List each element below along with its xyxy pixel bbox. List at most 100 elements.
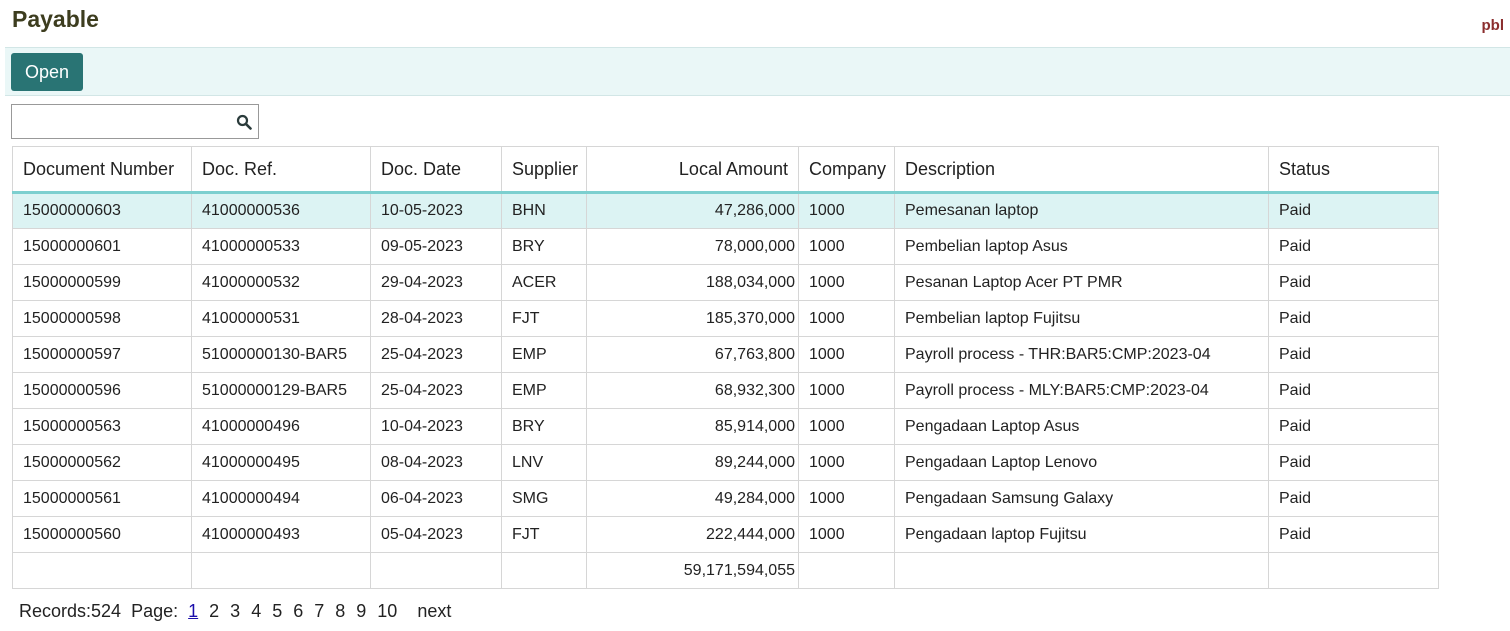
table-cell: 15000000599: [12, 264, 192, 301]
table-cell: 41000000531: [191, 300, 371, 337]
table-row[interactable]: 15000000561 41000000494 06-04-2023 SMG 49,28…: [12, 480, 1439, 517]
table-row[interactable]: 15000000562 41000000495 08-04-2023 LNV 89,24…: [12, 444, 1439, 481]
column-header-description[interactable]: Description: [894, 146, 1269, 194]
page-link-8[interactable]: 8: [335, 601, 345, 622]
app-code: pbl: [1481, 17, 1505, 34]
toolbar: Open: [5, 47, 1510, 96]
column-header-local-amount[interactable]: Local Amount: [586, 146, 799, 194]
table-cell: Pemesanan laptop: [894, 192, 1269, 229]
table-cell: 1000: [798, 408, 895, 445]
search-icon[interactable]: [236, 114, 252, 130]
table-cell: 15000000603: [12, 192, 192, 229]
table-cell: SMG: [501, 480, 587, 517]
total-empty-cell: [12, 552, 192, 589]
table-cell: 10-04-2023: [370, 408, 502, 445]
table-cell: 15000000598: [12, 300, 192, 337]
table-cell: 41000000493: [191, 516, 371, 553]
table-cell: Pesanan Laptop Acer PT PMR: [894, 264, 1269, 301]
table-total-row: 59,171,594,055: [12, 552, 1439, 589]
page-link-5[interactable]: 5: [272, 601, 282, 622]
open-button[interactable]: Open: [11, 53, 83, 91]
table-row[interactable]: 15000000603 41000000536 10-05-2023 BHN 47,28…: [12, 192, 1439, 229]
search-input[interactable]: [16, 108, 230, 137]
table-cell: 15000000563: [12, 408, 192, 445]
table-cell: 41000000494: [191, 480, 371, 517]
table-cell: 15000000596: [12, 372, 192, 409]
table-cell: Pengadaan laptop Fujitsu: [894, 516, 1269, 553]
table-cell: 1000: [798, 300, 895, 337]
table-cell: 41000000496: [191, 408, 371, 445]
table-cell: BRY: [501, 408, 587, 445]
table-cell: FJT: [501, 300, 587, 337]
page-title: Payable: [12, 6, 99, 32]
table-cell: 15000000562: [12, 444, 192, 481]
column-header-doc-ref[interactable]: Doc. Ref.: [191, 146, 371, 194]
table-cell: 89,244,000: [586, 444, 799, 481]
page-link-10[interactable]: 10: [377, 601, 397, 622]
table-cell: FJT: [501, 516, 587, 553]
table-cell: Pengadaan Samsung Galaxy: [894, 480, 1269, 517]
table-cell: 85,914,000: [586, 408, 799, 445]
table-cell: 15000000601: [12, 228, 192, 265]
table-cell: Pembelian laptop Fujitsu: [894, 300, 1269, 337]
next-page-link[interactable]: next: [417, 601, 451, 621]
table-cell: Paid: [1268, 264, 1439, 301]
page-link-3[interactable]: 3: [230, 601, 240, 622]
table-row[interactable]: 15000000601 41000000533 09-05-2023 BRY 78,00…: [12, 228, 1439, 265]
column-header-company[interactable]: Company: [798, 146, 895, 194]
total-empty-cell: [370, 552, 502, 589]
table-cell: ACER: [501, 264, 587, 301]
table-cell: 68,932,300: [586, 372, 799, 409]
table-cell: EMP: [501, 336, 587, 373]
pager: Records:524 Page: 1 2 3 4 5 6 7 8 9 10 next: [19, 601, 451, 622]
page-link-2[interactable]: 2: [209, 601, 219, 622]
table-cell: 1000: [798, 264, 895, 301]
table-cell: 78,000,000: [586, 228, 799, 265]
table-cell: 1000: [798, 228, 895, 265]
table-cell: 25-04-2023: [370, 336, 502, 373]
table-cell: Payroll process - MLY:BAR5:CMP:2023-04: [894, 372, 1269, 409]
column-header-doc-date[interactable]: Doc. Date: [370, 146, 502, 194]
total-amount: 59,171,594,055: [586, 552, 799, 589]
table-cell: 06-04-2023: [370, 480, 502, 517]
table-cell: Pembelian laptop Asus: [894, 228, 1269, 265]
column-header-supplier[interactable]: Supplier: [501, 146, 587, 194]
table-cell: 28-04-2023: [370, 300, 502, 337]
table-cell: Paid: [1268, 480, 1439, 517]
table-cell: 15000000597: [12, 336, 192, 373]
table-cell: 15000000561: [12, 480, 192, 517]
page-link-1[interactable]: 1: [188, 601, 198, 622]
table-cell: 15000000560: [12, 516, 192, 553]
table-row[interactable]: 15000000596 51000000129-BAR5 25-04-2023 EMP…: [12, 372, 1439, 409]
table-cell: 25-04-2023: [370, 372, 502, 409]
table-cell: 1000: [798, 192, 895, 229]
table-cell: 05-04-2023: [370, 516, 502, 553]
table-cell: 41000000495: [191, 444, 371, 481]
table-cell: BRY: [501, 228, 587, 265]
table-cell: 08-04-2023: [370, 444, 502, 481]
column-header-document-number[interactable]: Document Number: [12, 146, 192, 194]
page-link-6[interactable]: 6: [293, 601, 303, 622]
total-empty-cell: [191, 552, 371, 589]
page-link-9[interactable]: 9: [356, 601, 366, 622]
table-cell: Paid: [1268, 192, 1439, 229]
table-cell: Payroll process - THR:BAR5:CMP:2023-04: [894, 336, 1269, 373]
table-cell: EMP: [501, 372, 587, 409]
total-empty-cell: [1268, 552, 1439, 589]
table-cell: 09-05-2023: [370, 228, 502, 265]
table-row[interactable]: 15000000599 41000000532 29-04-2023 ACER 188,…: [12, 264, 1439, 301]
table-row[interactable]: 15000000598 41000000531 28-04-2023 FJT 185,3…: [12, 300, 1439, 337]
records-count: Records:524: [19, 601, 122, 621]
table-row[interactable]: 15000000560 41000000493 05-04-2023 FJT 222,4…: [12, 516, 1439, 553]
page-link-4[interactable]: 4: [251, 601, 261, 622]
search-box: [11, 104, 259, 139]
table-cell: Paid: [1268, 516, 1439, 553]
page-link-7[interactable]: 7: [314, 601, 324, 622]
table-cell: 188,034,000: [586, 264, 799, 301]
column-header-status[interactable]: Status: [1268, 146, 1439, 194]
table-row[interactable]: 15000000597 51000000130-BAR5 25-04-2023 EMP…: [12, 336, 1439, 373]
table-cell: BHN: [501, 192, 587, 229]
table-row[interactable]: 15000000563 41000000496 10-04-2023 BRY 85,91…: [12, 408, 1439, 445]
table-cell: 47,286,000: [586, 192, 799, 229]
table-cell: 1000: [798, 336, 895, 373]
